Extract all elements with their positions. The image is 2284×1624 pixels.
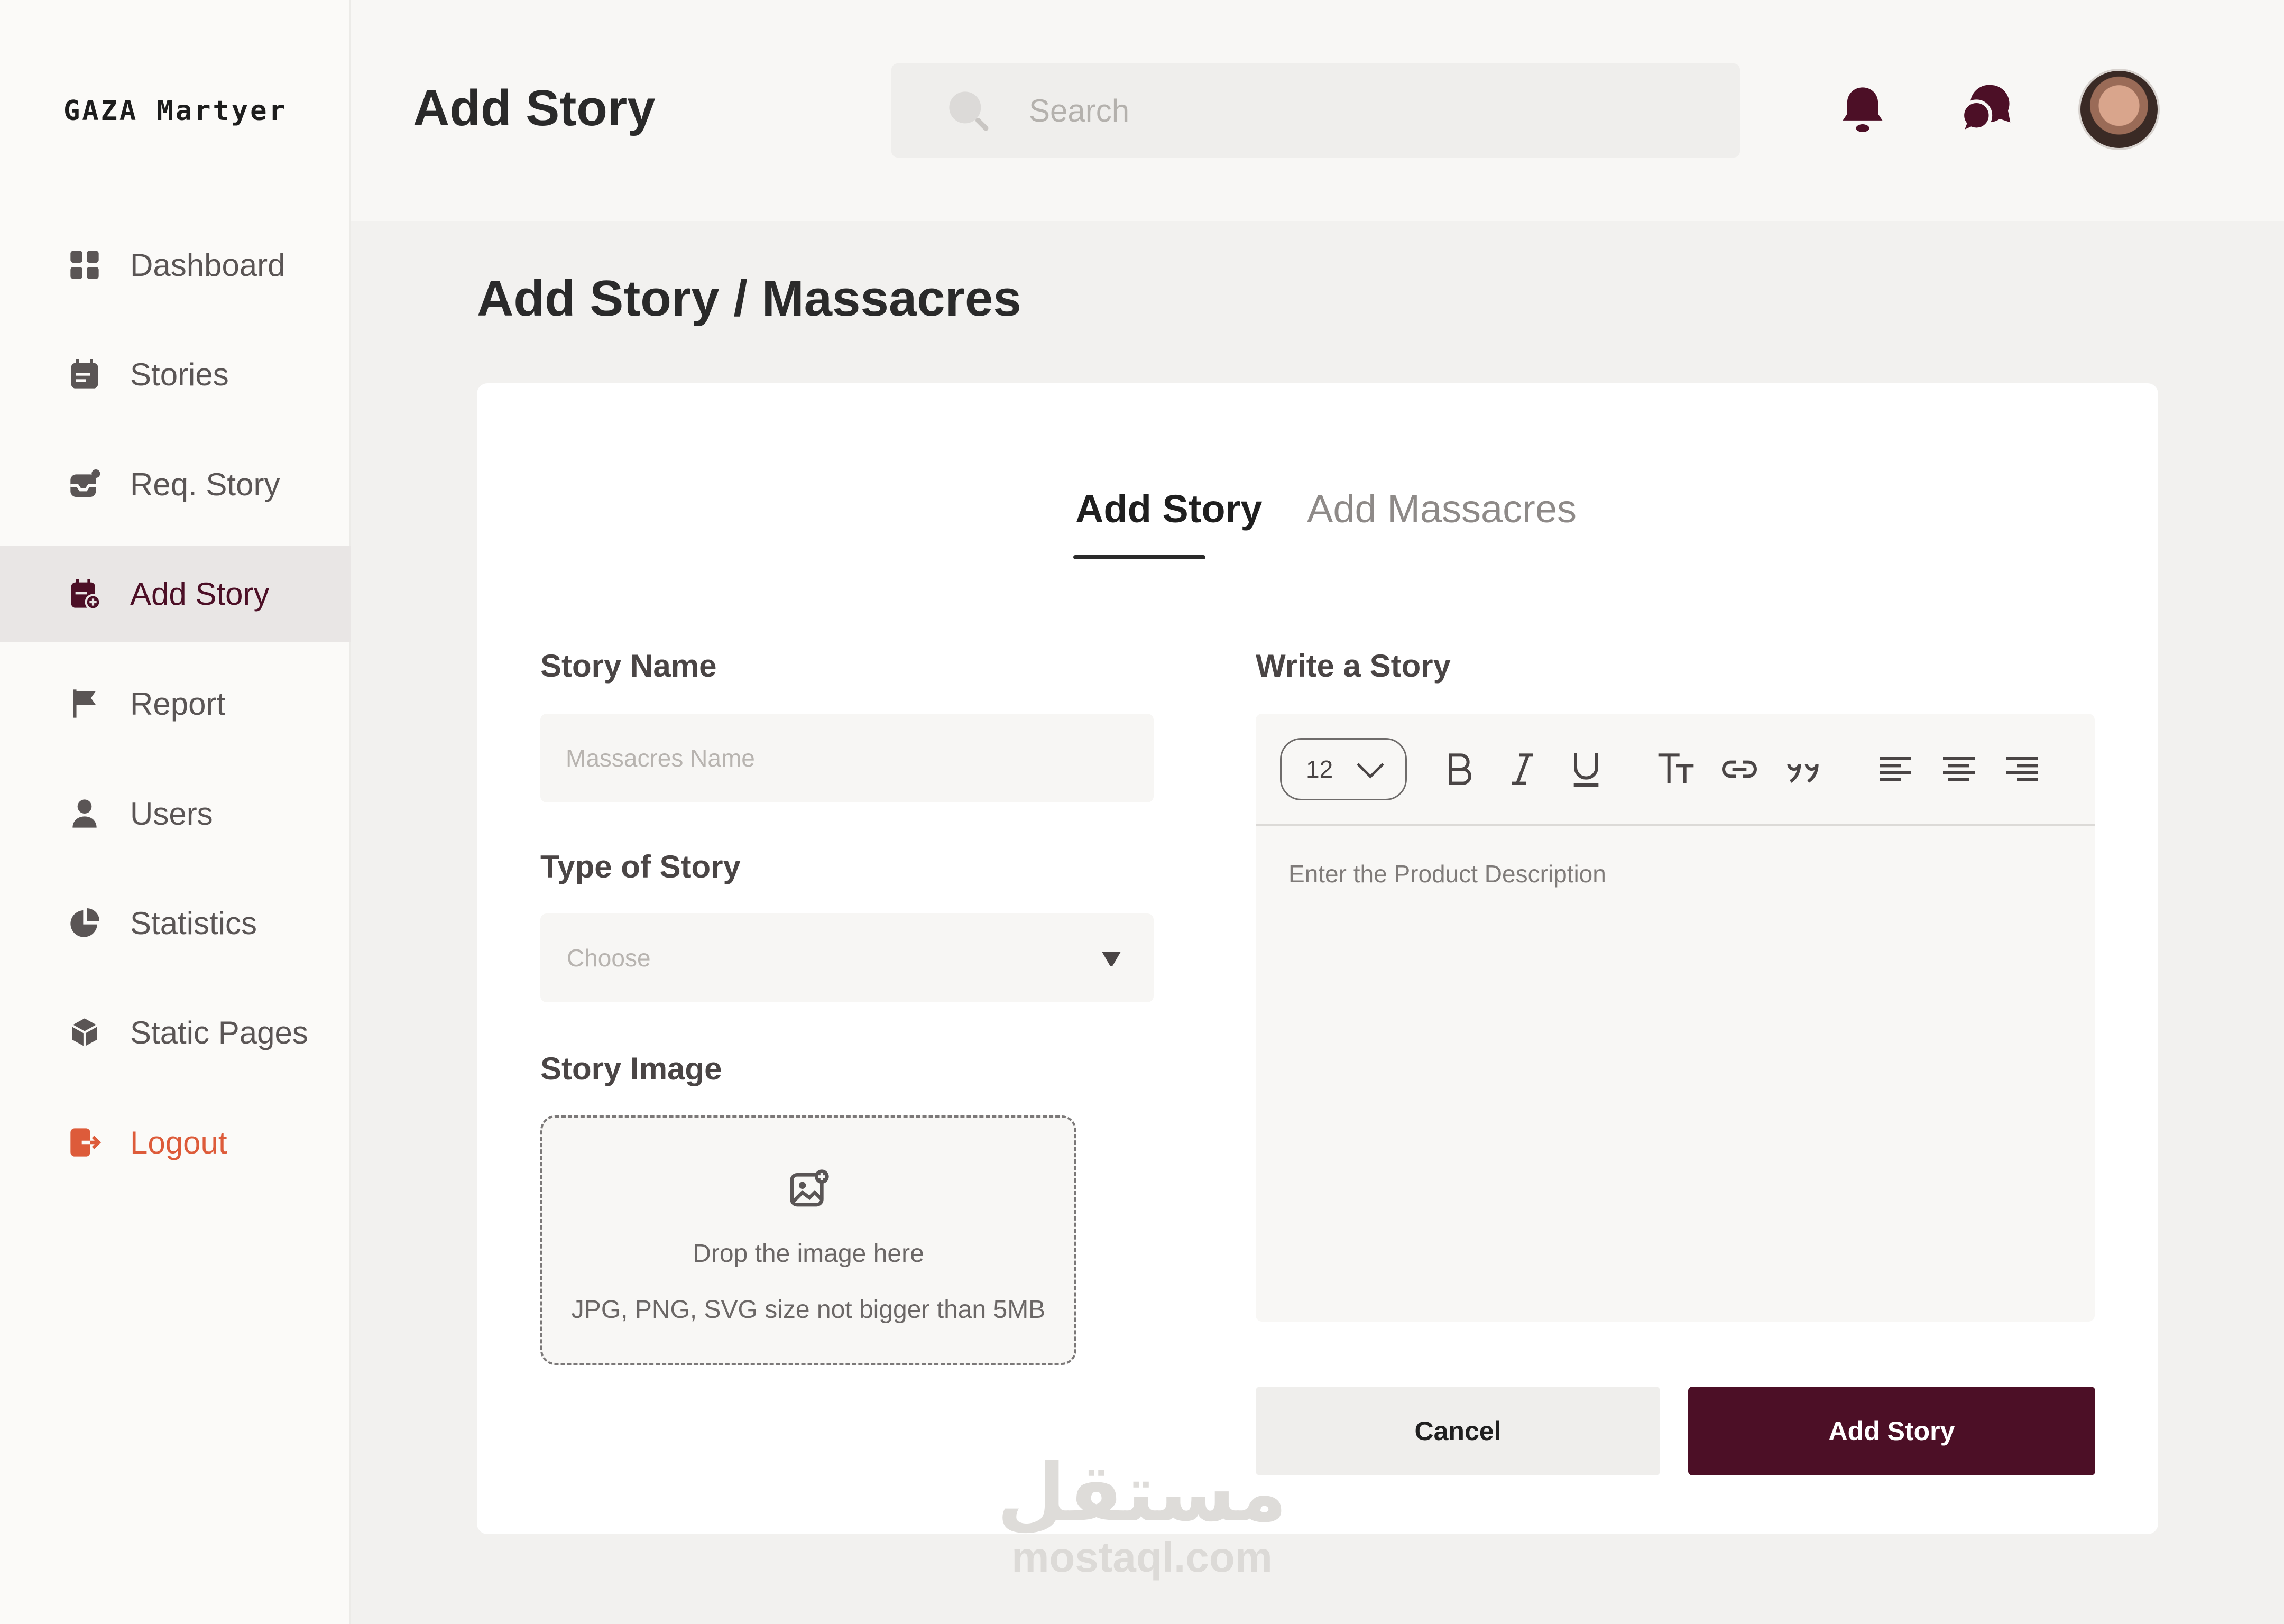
align-right-button[interactable] [1998,745,2046,793]
sidebar-item-users[interactable]: Users [0,765,351,862]
sidebar-item-add-story[interactable]: Add Story [0,546,351,642]
text-size-button[interactable] [1652,745,1700,793]
sidebar-item-label: Add Story [130,576,270,612]
sidebar-item-label: Logout [130,1124,227,1160]
search-bar[interactable] [891,63,1740,158]
sidebar-item-label: Stories [130,356,229,392]
user-icon [68,797,102,831]
sidebar-item-stories[interactable]: Stories [0,326,351,422]
add-story-button[interactable]: Add Story [1688,1387,2095,1475]
caret-down-icon [1102,952,1121,966]
italic-icon [1512,753,1533,785]
align-center-icon [1943,757,1975,781]
quote-button[interactable] [1779,745,1827,793]
bold-icon [1449,753,1471,785]
header-title: Add Story [413,80,656,136]
align-right-icon [2006,757,2038,781]
add-image-icon [790,1169,829,1207]
cancel-button[interactable]: Cancel [1256,1387,1660,1475]
calendar-add-icon [68,577,102,611]
story-text-area[interactable] [1256,828,2095,1320]
text-size-icon [1658,753,1694,783]
link-button[interactable] [1716,745,1763,793]
write-story-label: Write a Story [1256,648,1451,684]
bell-icon [1843,87,1883,132]
link-icon [1722,760,1757,778]
cube-icon [68,1016,102,1049]
watermark: مستقل mostaql.com [994,1454,1290,1582]
search-icon [949,91,989,131]
story-name-label: Story Name [540,648,717,684]
dropzone-hint: JPG, PNG, SVG size not bigger than 5MB [571,1296,1046,1324]
calendar-list-icon [68,357,102,391]
sidebar-item-statistics[interactable]: Statistics [0,875,351,971]
underline-button[interactable] [1562,745,1610,793]
logout-icon [68,1125,102,1159]
tab-add-massacres[interactable]: Add Massacres [1307,486,1577,531]
sidebar-item-report[interactable]: Report [0,656,351,752]
watermark-arabic: مستقل [997,1447,1287,1539]
app-logo: GAZA Martyer [63,95,288,127]
chat-bubbles-icon [1960,85,2011,132]
top-header: Add Story [351,0,2284,221]
user-avatar[interactable] [2078,69,2160,150]
quote-icon [1787,763,1819,783]
story-image-label: Story Image [540,1051,722,1086]
grid-icon [68,248,102,282]
sidebar-item-label: Dashboard [130,247,286,283]
flag-icon [68,687,102,721]
font-size-value: 12 [1306,755,1333,783]
inbox-icon [68,467,102,501]
rich-text-editor: 12 [1256,714,2095,1322]
editor-toolbar: 12 [1256,714,2095,826]
sidebar-item-label: Users [130,796,213,832]
notification-button[interactable] [1834,79,1892,137]
page-title: Add Story / Massacres [477,270,1021,327]
bold-button[interactable] [1435,745,1483,793]
font-size-select[interactable]: 12 [1280,738,1407,800]
select-value: Choose [567,944,651,972]
search-input[interactable] [1029,92,1663,129]
chevron-down-icon [1357,763,1384,779]
watermark-latin: mostaql.com [1011,1534,1273,1581]
dropzone-title: Drop the image here [693,1240,924,1268]
pie-chart-icon [68,906,102,940]
image-dropzone[interactable]: Drop the image here JPG, PNG, SVG size n… [540,1115,1076,1365]
sidebar-item-logout[interactable]: Logout [0,1094,351,1191]
active-tab-indicator [1073,555,1205,559]
sidebar-item-label: Report [130,686,226,722]
align-left-button[interactable] [1872,745,1919,793]
story-type-select[interactable]: Choose [540,914,1154,1002]
sidebar-item-req-story[interactable]: Req. Story [0,436,351,532]
sidebar-item-label: Statistics [130,905,257,941]
align-left-icon [1880,757,1911,781]
story-name-input[interactable] [540,714,1154,802]
add-story-card: Add Story Add Massacres Story Name Type … [477,383,2158,1534]
sidebar: GAZA Martyer Dashboard Stories Req. Stor… [0,0,351,1624]
underline-icon [1573,753,1599,787]
story-type-label: Type of Story [540,849,741,884]
align-center-button[interactable] [1935,745,1983,793]
tab-add-story[interactable]: Add Story [1075,486,1263,531]
sidebar-item-static-pages[interactable]: Static Pages [0,984,351,1081]
sidebar-item-label: Req. Story [130,466,280,502]
sidebar-item-label: Static Pages [130,1014,308,1050]
messages-button[interactable] [1957,79,2015,137]
italic-button[interactable] [1499,745,1546,793]
sidebar-item-dashboard[interactable]: Dashboard [0,217,351,313]
